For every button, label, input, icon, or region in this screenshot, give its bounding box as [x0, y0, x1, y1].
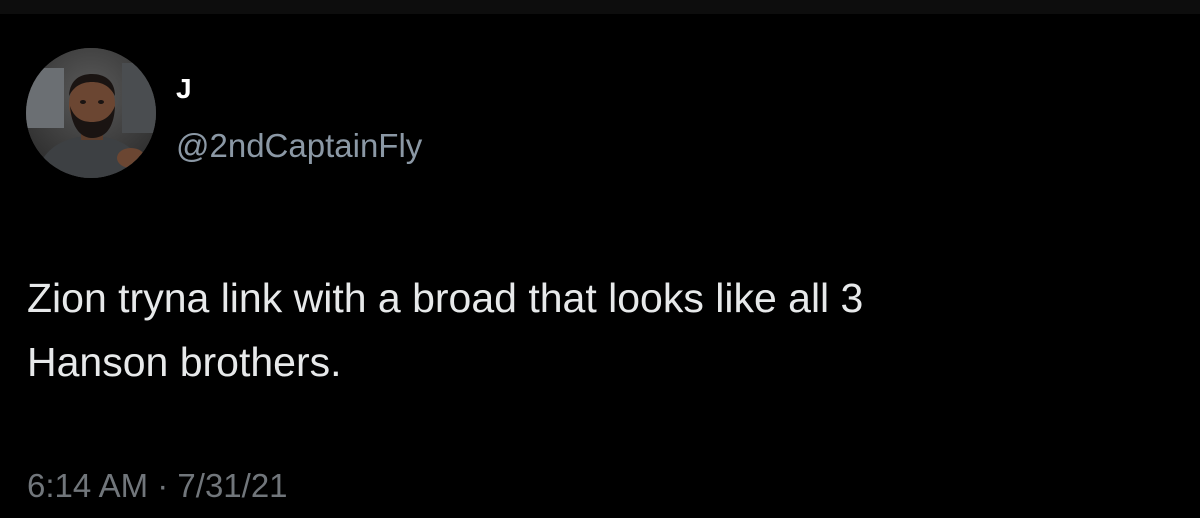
- avatar[interactable]: [26, 48, 156, 178]
- author-block: J @2ndCaptainFly: [176, 72, 422, 166]
- meta-separator: ·: [157, 467, 169, 504]
- tweet-time[interactable]: 6:14 AM: [27, 467, 148, 504]
- profile-photo-icon: [26, 48, 156, 178]
- tweet-text-line-2: Hanson brothers.: [27, 339, 342, 385]
- top-strip: [0, 0, 1200, 14]
- tweet-date[interactable]: 7/31/21: [177, 467, 287, 504]
- display-name[interactable]: J: [176, 72, 422, 106]
- tweet-card: J @2ndCaptainFly Zion tryna link with a …: [0, 0, 1200, 518]
- tweet-text: Zion tryna link with a broad that looks …: [27, 266, 1167, 394]
- user-handle[interactable]: @2ndCaptainFly: [176, 126, 422, 166]
- tweet-timestamp: 6:14 AM · 7/31/21: [27, 466, 288, 506]
- tweet-text-line-1: Zion tryna link with a broad that looks …: [27, 275, 864, 321]
